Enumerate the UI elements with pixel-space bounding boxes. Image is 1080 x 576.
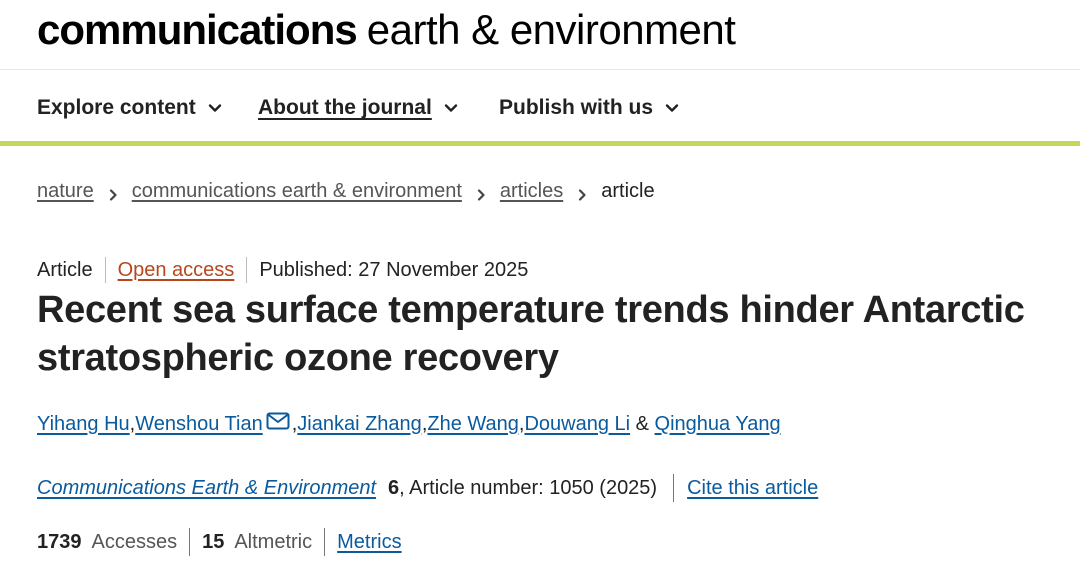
published-date: Published: 27 November 2025 — [259, 258, 529, 281]
author-link[interactable]: Zhe Wang — [427, 413, 519, 436]
author-link[interactable]: Qinghua Yang — [655, 413, 781, 436]
metrics-divider — [189, 528, 191, 556]
article-title: Recent sea surface temperature trends hi… — [37, 289, 1025, 379]
author-list: Yihang Hu, Wenshou Tian , Jiankai Zhang,… — [37, 412, 781, 436]
chevron-down-icon — [208, 101, 222, 115]
volume-number: 6 — [388, 476, 400, 499]
article-type: Article — [37, 258, 93, 281]
accesses-count: 1739 — [37, 530, 82, 553]
breadcrumb-articles[interactable]: articles — [500, 180, 563, 203]
citation-divider — [673, 474, 675, 502]
breadcrumb-journal[interactable]: communications earth & environment — [132, 180, 462, 203]
metrics-divider — [324, 528, 326, 556]
altmetric-count: 15 — [202, 530, 225, 553]
logo-bold-text: communications — [37, 6, 358, 53]
chevron-down-icon — [665, 101, 679, 115]
author-link[interactable]: Douwang Li — [524, 413, 630, 436]
author-link[interactable]: Wenshou Tian — [135, 413, 263, 436]
nav-explore-content-label: Explore content — [37, 96, 196, 119]
chevron-right-icon — [476, 185, 486, 201]
breadcrumb-current: article — [601, 180, 655, 202]
author-link[interactable]: Jiankai Zhang — [297, 413, 422, 436]
breadcrumb: nature communications earth & environmen… — [37, 180, 655, 203]
chevron-right-icon — [577, 185, 587, 201]
nav-about-journal[interactable]: About the journal — [258, 96, 458, 120]
logo-light-text: earth & environment — [366, 6, 736, 53]
accesses-label: Accesses — [91, 530, 178, 553]
metrics-link[interactable]: Metrics — [337, 531, 401, 554]
nav-about-journal-label: About the journal — [258, 96, 432, 119]
article-metrics: 1739 Accesses 15 Altmetric Metrics — [37, 528, 402, 556]
author-and: & — [630, 412, 655, 435]
mail-icon[interactable] — [266, 412, 290, 430]
journal-logo[interactable]: communications earth & environment — [37, 6, 736, 54]
meta-divider — [246, 257, 248, 283]
altmetric-label: Altmetric — [234, 530, 313, 553]
breadcrumb-nature[interactable]: nature — [37, 180, 94, 203]
chevron-right-icon — [108, 185, 118, 201]
journal-link[interactable]: Communications Earth & Environment — [37, 477, 376, 500]
chevron-down-icon — [444, 101, 458, 115]
nav-publish-with-us[interactable]: Publish with us — [499, 96, 679, 120]
main-nav: Explore content About the journal Publis… — [0, 70, 1080, 146]
author-link[interactable]: Yihang Hu — [37, 413, 130, 436]
citation-line: Communications Earth & Environment 6, Ar… — [37, 474, 818, 502]
article-meta: Article Open access Published: 27 Novemb… — [37, 257, 528, 283]
nav-explore-content[interactable]: Explore content — [37, 96, 222, 120]
article-number: , Article number: 1050 (2025) — [399, 476, 658, 499]
open-access-link[interactable]: Open access — [118, 259, 235, 282]
masthead: communications earth & environment — [0, 0, 1080, 70]
cite-this-article-link[interactable]: Cite this article — [687, 477, 818, 500]
nav-publish-with-us-label: Publish with us — [499, 96, 654, 119]
meta-divider — [104, 257, 106, 283]
